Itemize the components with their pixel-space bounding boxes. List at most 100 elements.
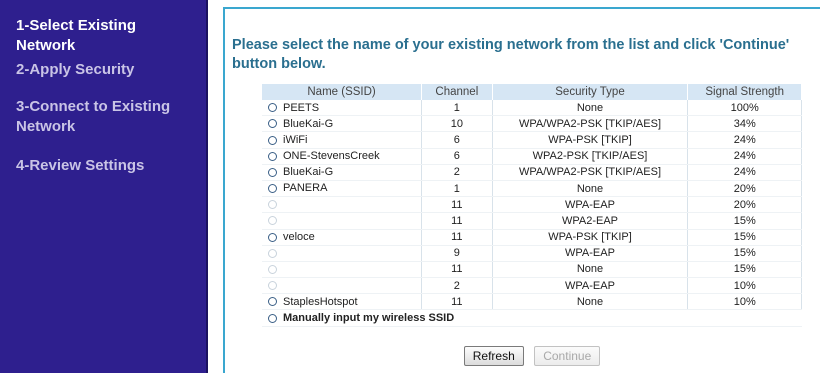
network-radio[interactable] [268, 184, 277, 194]
channel-cell: 11 [421, 261, 493, 279]
ssid-cell [262, 196, 423, 214]
ssid-cell [262, 261, 423, 279]
signal-cell: 10% [687, 277, 802, 295]
ssid-cell: PANERA [262, 180, 423, 198]
ssid-cell: veloce [262, 229, 423, 246]
network-row[interactable]: veloce 11 WPA-PSK [TKIP] 15% [262, 229, 802, 246]
network-radio[interactable] [268, 135, 277, 145]
instruction-text: Please select the name of your existing … [232, 37, 790, 72]
ssid-name: iWiFi [283, 134, 308, 147]
security-cell: WPA-PSK [TKIP] [492, 229, 689, 246]
network-row[interactable]: BlueKai-G 10 WPA/WPA2-PSK [TKIP/AES] 34% [262, 115, 802, 133]
network-row[interactable]: 11 None 15% [262, 261, 802, 279]
signal-cell: 24% [687, 148, 802, 165]
network-row[interactable]: iWiFi 6 WPA-PSK [TKIP] 24% [262, 131, 802, 149]
ssid-name: PANERA [283, 182, 328, 195]
continue-button[interactable]: Continue [534, 346, 601, 366]
network-row[interactable]: 11 WPA-EAP 20% [262, 196, 802, 214]
signal-cell: 20% [687, 196, 802, 214]
header-security-type: Security Type [492, 84, 689, 100]
network-list-body: PEETS 1 None 100% BlueKai-G 10 WPA/WPA2-PSK [T… [262, 100, 802, 327]
channel-cell: 2 [421, 164, 493, 181]
network-radio[interactable] [268, 103, 277, 113]
channel-cell: 9 [421, 245, 493, 262]
signal-cell: 15% [687, 245, 802, 262]
manual-ssid-row[interactable]: Manually input my wireless SSID [262, 309, 802, 327]
network-row[interactable]: 9 WPA-EAP 15% [262, 245, 802, 262]
security-cell: None [492, 261, 689, 279]
ssid-cell: iWiFi [262, 131, 423, 149]
ssid-cell [262, 212, 423, 230]
channel-cell: 11 [421, 229, 493, 246]
security-cell: WPA2-EAP [492, 212, 689, 230]
ssid-cell: ONE-StevensCreek [262, 148, 423, 165]
ssid-name: veloce [283, 231, 315, 244]
channel-cell: 2 [421, 277, 493, 295]
network-row[interactable]: PEETS 1 None 100% [262, 100, 802, 117]
button-row: Refresh Continue [262, 346, 802, 366]
security-cell: WPA-PSK [TKIP] [492, 131, 689, 149]
ssid-name: StaplesHotspot [283, 295, 358, 308]
channel-cell: 11 [421, 293, 493, 311]
security-cell: WPA-EAP [492, 196, 689, 214]
signal-cell: 100% [687, 100, 802, 117]
signal-cell: 24% [687, 131, 802, 149]
network-row[interactable]: 11 WPA2-EAP 15% [262, 212, 802, 230]
channel-cell: 1 [421, 180, 493, 198]
refresh-button[interactable]: Refresh [463, 346, 524, 366]
signal-cell: 20% [687, 180, 802, 198]
table-header-row: Name (SSID) Channel Security Type Signal… [262, 84, 802, 100]
step-connect-existing-network: 3-Connect to Existing Network [16, 98, 171, 135]
network-radio[interactable] [268, 232, 277, 242]
ssid-name: BlueKai-G [283, 166, 334, 179]
security-cell: WPA-EAP [492, 277, 689, 295]
channel-cell: 10 [421, 115, 493, 133]
channel-cell: 6 [421, 148, 493, 165]
wizard-sidebar: 1-Select Existing Network 2-Apply Securi… [0, 0, 208, 373]
security-cell: WPA/WPA2-PSK [TKIP/AES] [492, 115, 689, 133]
header-signal-strength: Signal Strength [687, 84, 802, 100]
network-row[interactable]: StaplesHotspot 11 None 10% [262, 293, 802, 311]
channel-cell: 11 [421, 212, 493, 230]
network-row[interactable]: ONE-StevensCreek 6 WPA2-PSK [TKIP/AES] 24% [262, 148, 802, 165]
network-radio[interactable] [268, 167, 277, 177]
ssid-name: PEETS [283, 101, 320, 114]
ssid-cell: BlueKai-G [262, 115, 423, 133]
security-cell: None [492, 293, 689, 311]
network-row[interactable]: PANERA 1 None 20% [262, 180, 802, 198]
signal-cell: 15% [687, 212, 802, 230]
step-apply-security: 2-Apply Security [16, 61, 135, 78]
ssid-cell: StaplesHotspot [262, 293, 423, 311]
manual-ssid-radio[interactable] [268, 313, 277, 323]
signal-cell: 15% [687, 229, 802, 246]
ssid-cell: PEETS [262, 100, 423, 117]
security-cell: None [492, 180, 689, 198]
signal-cell: 24% [687, 164, 802, 181]
network-row[interactable]: BlueKai-G 2 WPA/WPA2-PSK [TKIP/AES] 24% [262, 164, 802, 181]
ssid-cell: BlueKai-G [262, 164, 423, 181]
security-cell: None [492, 100, 689, 117]
network-radio[interactable] [268, 119, 277, 129]
security-cell: WPA2-PSK [TKIP/AES] [492, 148, 689, 165]
network-radio[interactable] [268, 151, 277, 161]
network-row[interactable]: 2 WPA-EAP 10% [262, 277, 802, 295]
ssid-cell [262, 245, 423, 262]
network-radio[interactable] [268, 297, 277, 307]
network-radio[interactable] [268, 248, 277, 258]
network-list-table: Name (SSID) Channel Security Type Signal… [262, 84, 802, 327]
channel-cell: 6 [421, 131, 493, 149]
ssid-name: BlueKai-G [283, 117, 334, 130]
security-cell: WPA-EAP [492, 245, 689, 262]
ssid-name: ONE-StevensCreek [283, 150, 380, 163]
ssid-cell [262, 277, 423, 295]
manual-ssid-label: Manually input my wireless SSID [283, 312, 455, 325]
manual-ssid-cell: Manually input my wireless SSID [262, 309, 802, 327]
network-radio[interactable] [268, 200, 277, 210]
channel-cell: 1 [421, 100, 493, 117]
network-radio[interactable] [268, 265, 277, 275]
network-radio[interactable] [268, 216, 277, 226]
network-radio[interactable] [268, 281, 277, 291]
signal-cell: 10% [687, 293, 802, 311]
channel-cell: 11 [421, 196, 493, 214]
security-cell: WPA/WPA2-PSK [TKIP/AES] [492, 164, 689, 181]
